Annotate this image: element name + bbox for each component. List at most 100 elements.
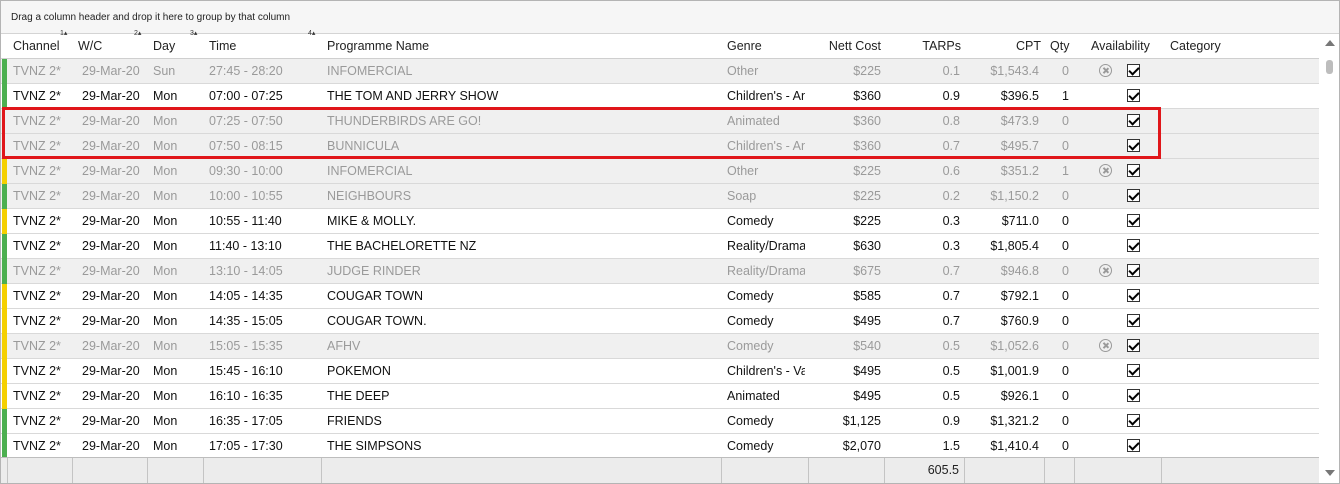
header-nett-cost[interactable]: Nett Cost bbox=[807, 34, 881, 58]
cell-cpt: $396.5 bbox=[1000, 89, 1039, 103]
header-genre[interactable]: Genre bbox=[727, 34, 762, 58]
cell-tarps: 0.2 bbox=[942, 189, 960, 203]
table-row[interactable]: TVNZ 2* 29-Mar-20 Mon 13:10 - 14:05 JUDGE RI… bbox=[1, 259, 1319, 284]
cell-cpt: $760.9 bbox=[1000, 314, 1039, 328]
cell-genre: Comedy bbox=[727, 339, 774, 353]
cell-genre: Comedy bbox=[727, 414, 774, 428]
cell-day: Mon bbox=[153, 289, 178, 303]
cell-qty: 0 bbox=[1062, 439, 1069, 453]
status-strip bbox=[2, 434, 7, 459]
cell-tarps: 0.5 bbox=[942, 389, 960, 403]
cell-genre: Children's - Va bbox=[727, 364, 805, 378]
availability-checkbox[interactable] bbox=[1127, 364, 1140, 377]
cell-genre: Comedy bbox=[727, 214, 774, 228]
cell-programme-name: NEIGHBOURS bbox=[327, 189, 412, 203]
header-availability[interactable]: Availability bbox=[1091, 34, 1150, 58]
cell-programme-name: AFHV bbox=[327, 339, 361, 353]
cell-time: 15:05 - 15:35 bbox=[209, 339, 283, 353]
table-row[interactable]: TVNZ 2* 29-Mar-20 Mon 14:35 - 15:05 COUGAR T… bbox=[1, 309, 1319, 334]
status-strip bbox=[2, 384, 7, 409]
availability-checkbox[interactable] bbox=[1127, 239, 1140, 252]
cell-day: Mon bbox=[153, 414, 178, 428]
cell-genre: Comedy bbox=[727, 314, 774, 328]
scroll-thumb[interactable] bbox=[1326, 60, 1333, 74]
availability-checkbox[interactable] bbox=[1127, 414, 1140, 427]
scroll-down-icon[interactable] bbox=[1325, 470, 1335, 476]
table-row[interactable]: TVNZ 2* 29-Mar-20 Mon 15:45 - 16:10 POKEMON C… bbox=[1, 359, 1319, 384]
table-row[interactable]: TVNZ 2* 29-Mar-20 Mon 10:00 - 10:55 NEIGHBOU… bbox=[1, 184, 1319, 209]
availability-checkbox[interactable] bbox=[1127, 189, 1140, 202]
unavailable-x-icon[interactable] bbox=[1099, 264, 1112, 277]
cell-wc: 29-Mar-20 bbox=[82, 189, 140, 203]
header-qty[interactable]: Qty bbox=[1050, 34, 1069, 58]
cell-qty: 0 bbox=[1062, 364, 1069, 378]
cell-channel: TVNZ 2* bbox=[13, 389, 61, 403]
header-time[interactable]: Time 4▴ bbox=[209, 30, 315, 58]
cell-qty: 0 bbox=[1062, 189, 1069, 203]
status-strip bbox=[2, 59, 7, 84]
table-row[interactable]: TVNZ 2* 29-Mar-20 Mon 17:05 - 17:30 THE SIMP… bbox=[1, 434, 1319, 459]
table-row[interactable]: TVNZ 2* 29-Mar-20 Sun 27:45 - 28:20 INFOMERC… bbox=[1, 59, 1319, 84]
availability-checkbox[interactable] bbox=[1127, 439, 1140, 452]
header-day[interactable]: Day 3▴ bbox=[153, 30, 197, 58]
cell-nett-cost: $495 bbox=[853, 364, 881, 378]
group-by-panel[interactable]: Drag a column header and drop it here to… bbox=[1, 1, 1339, 34]
availability-checkbox[interactable] bbox=[1127, 264, 1140, 277]
table-row[interactable]: TVNZ 2* 29-Mar-20 Mon 16:35 - 17:05 FRIENDS C… bbox=[1, 409, 1319, 434]
availability-checkbox[interactable] bbox=[1127, 164, 1140, 177]
cell-channel: TVNZ 2* bbox=[13, 314, 61, 328]
table-row[interactable]: TVNZ 2* 29-Mar-20 Mon 11:40 - 13:10 THE BACH… bbox=[1, 234, 1319, 259]
cell-wc: 29-Mar-20 bbox=[82, 414, 140, 428]
availability-checkbox[interactable] bbox=[1127, 389, 1140, 402]
availability-checkbox[interactable] bbox=[1127, 64, 1140, 77]
availability-checkbox[interactable] bbox=[1127, 289, 1140, 302]
header-channel[interactable]: Channel 1▴ bbox=[13, 30, 67, 58]
cell-qty: 0 bbox=[1062, 414, 1069, 428]
table-row[interactable]: TVNZ 2* 29-Mar-20 Mon 10:55 - 11:40 MIKE & M… bbox=[1, 209, 1319, 234]
header-tarps[interactable]: TARPs bbox=[885, 34, 961, 58]
unavailable-x-icon[interactable] bbox=[1099, 339, 1112, 352]
header-category[interactable]: Category bbox=[1170, 34, 1221, 58]
cell-cpt: $926.1 bbox=[1000, 389, 1039, 403]
table-row[interactable]: TVNZ 2* 29-Mar-20 Mon 16:10 - 16:35 THE DEEP… bbox=[1, 384, 1319, 409]
table-row[interactable]: TVNZ 2* 29-Mar-20 Mon 14:05 - 14:35 COUGAR T… bbox=[1, 284, 1319, 309]
table-row[interactable]: TVNZ 2* 29-Mar-20 Mon 09:30 - 10:00 INFOMERC… bbox=[1, 159, 1319, 184]
unavailable-x-icon[interactable] bbox=[1099, 164, 1112, 177]
status-strip bbox=[2, 334, 7, 359]
unavailable-x-icon[interactable] bbox=[1099, 64, 1112, 77]
cell-tarps: 0.7 bbox=[942, 264, 960, 278]
tarps-total: 605.5 bbox=[927, 463, 959, 477]
availability-checkbox[interactable] bbox=[1127, 339, 1140, 352]
cell-genre: Animated bbox=[727, 389, 780, 403]
cell-channel: TVNZ 2* bbox=[13, 339, 61, 353]
table-row[interactable]: TVNZ 2* 29-Mar-20 Mon 15:05 - 15:35 AFHV Come… bbox=[1, 334, 1319, 359]
cell-programme-name: THE BACHELORETTE NZ bbox=[327, 239, 477, 253]
vertical-scrollbar[interactable] bbox=[1321, 34, 1339, 483]
scroll-up-icon[interactable] bbox=[1325, 40, 1335, 46]
selection-highlight-box bbox=[2, 107, 1161, 159]
cell-wc: 29-Mar-20 bbox=[82, 264, 140, 278]
cell-programme-name: THE DEEP bbox=[327, 389, 390, 403]
cell-wc: 29-Mar-20 bbox=[82, 389, 140, 403]
availability-checkbox[interactable] bbox=[1127, 214, 1140, 227]
cell-genre: Children's - An bbox=[727, 89, 805, 103]
cell-day: Mon bbox=[153, 314, 178, 328]
availability-checkbox[interactable] bbox=[1127, 314, 1140, 327]
table-row[interactable]: TVNZ 2* 29-Mar-20 Mon 07:00 - 07:25 THE TOM … bbox=[1, 84, 1319, 109]
cell-wc: 29-Mar-20 bbox=[82, 164, 140, 178]
cell-channel: TVNZ 2* bbox=[13, 439, 61, 453]
availability-checkbox[interactable] bbox=[1127, 89, 1140, 102]
cell-genre: Reality/Drama bbox=[727, 264, 805, 278]
cell-wc: 29-Mar-20 bbox=[82, 364, 140, 378]
header-wc[interactable]: W/C 2▴ bbox=[78, 30, 141, 58]
status-strip bbox=[2, 309, 7, 334]
cell-nett-cost: $495 bbox=[853, 389, 881, 403]
column-header-row: Channel 1▴ W/C 2▴ Day 3▴ Time 4▴ Programme N… bbox=[1, 30, 1319, 59]
header-cpt[interactable]: CPT bbox=[965, 34, 1041, 58]
cell-channel: TVNZ 2* bbox=[13, 414, 61, 428]
cell-nett-cost: $540 bbox=[853, 339, 881, 353]
cell-genre: Other bbox=[727, 64, 759, 78]
cell-wc: 29-Mar-20 bbox=[82, 214, 140, 228]
header-programme-name[interactable]: Programme Name bbox=[327, 34, 429, 58]
cell-cpt: $1,321.2 bbox=[990, 414, 1039, 428]
